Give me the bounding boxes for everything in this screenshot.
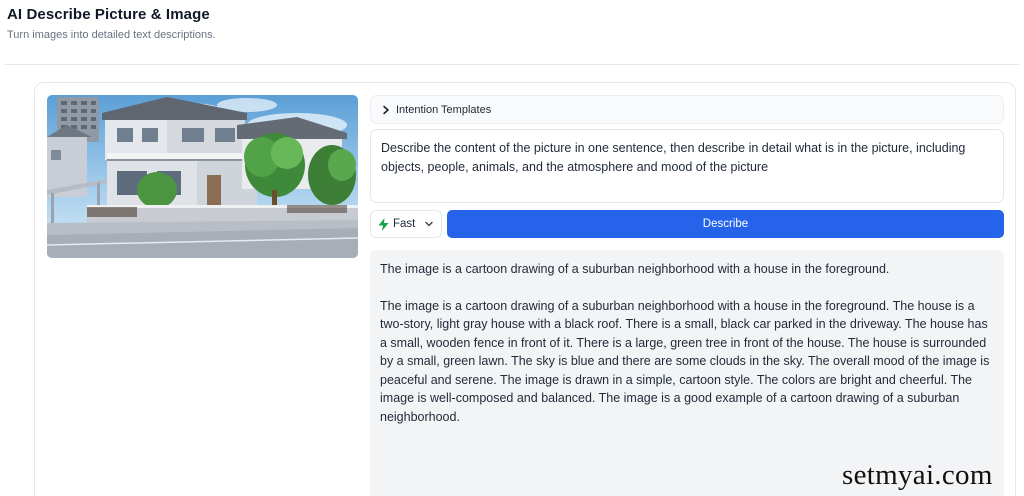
bolt-icon [378,217,389,231]
tool-card: Intention Templates Describe the content… [34,82,1016,496]
chevron-right-icon [383,105,389,114]
page-header: AI Describe Picture & Image Turn images … [7,6,216,41]
house-illustration [47,95,358,258]
header-divider [5,64,1019,65]
describe-button[interactable]: Describe [447,210,1004,238]
intention-templates-label: Intention Templates [396,103,492,116]
prompt-textarea[interactable]: Describe the content of the picture in o… [370,129,1004,203]
page-title: AI Describe Picture & Image [7,6,210,23]
watermark: setmyai.com [842,459,993,491]
description-summary: The image is a cartoon drawing of a subu… [380,262,890,276]
uploaded-image-preview[interactable] [47,95,358,258]
chevron-down-icon [425,221,434,227]
intention-templates-toggle[interactable]: Intention Templates [370,95,1004,124]
model-speed-dropdown[interactable]: Fast [370,210,442,238]
page-subtitle: Turn images into detailed text descripti… [7,29,216,41]
model-speed-label: Fast [393,218,416,230]
description-detail: The image is a cartoon drawing of a subu… [380,298,990,424]
